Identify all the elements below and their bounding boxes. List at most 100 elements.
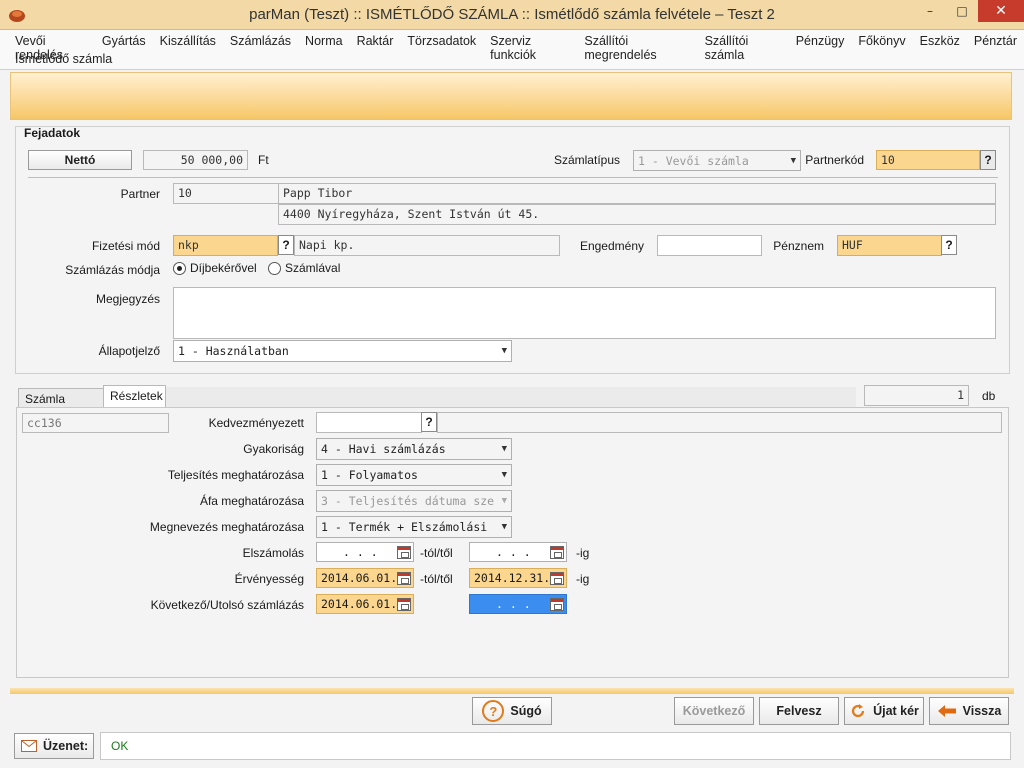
close-button[interactable]: ✕ [978,0,1024,22]
validity-to-field[interactable]: 2014.12.31. [469,568,567,588]
date-value: 2014.06.01. [321,597,398,611]
currency-unit: Ft [258,153,269,167]
status-label: Állapotjelző [98,344,160,358]
discount-label: Engedmény [579,239,644,253]
frequency-select[interactable]: 4 - Havi számlázás ▼ [316,438,512,460]
status-message: OK [100,732,1011,760]
amount-field: 50 000,00 [143,150,248,170]
help-label: Súgó [510,704,542,718]
tab-invoice-items[interactable]: Számla tételek [18,388,104,420]
invoice-type-select[interactable]: 1 - Vevői számla ▼ [633,150,801,171]
invoice-type-value: 1 - Vevői számla [638,153,749,168]
calendar-icon[interactable] [550,597,564,611]
chevron-down-icon: ▼ [501,470,507,480]
tab-details[interactable]: Részletek [103,385,166,408]
payment-code-field[interactable]: nkp [173,235,278,256]
calendar-icon[interactable] [550,545,564,559]
partner-code-field[interactable]: 10 [876,150,980,170]
frequency-label: Gyakoriság [243,442,304,456]
save-button[interactable]: Felvesz [759,697,839,725]
menu-item[interactable]: Kiszállítás [153,34,223,62]
calendar-icon[interactable] [397,597,412,611]
menu-item-recurring-invoice[interactable]: Ismétlődő számla [8,52,119,66]
window-controls: – □ ✕ [914,0,1024,22]
calendar-icon[interactable] [397,571,412,585]
fulfillment-select[interactable]: 1 - Folyamatos ▼ [316,464,512,486]
window-title: parMan (Teszt) :: ISMÉTLŐDŐ SZÁMLA :: Is… [249,6,775,23]
menu-item[interactable]: Eszköz [913,34,967,62]
chevron-down-icon: ▼ [501,522,507,532]
next-last-label: Következő/Utolsó számlázás [150,598,304,612]
menu-item[interactable]: Szállítói megrendelés [577,34,697,62]
next-button[interactable]: Következő [674,697,754,725]
radio-unselected-icon[interactable] [268,261,281,275]
partner-address-field: 4400 Nyíregyháza, Szent István út 45. [278,204,996,225]
menu-row-2: Ismétlődő számla [8,52,119,66]
back-button[interactable]: Vissza [929,697,1009,725]
validity-label: Érvényesség [234,572,304,586]
menu-item[interactable]: Pénzügy [789,34,852,62]
menu-item[interactable]: Norma [298,34,350,62]
help-button[interactable]: ? Súgó [472,697,552,725]
next-billing-field[interactable]: 2014.06.01. [316,594,414,614]
minimize-button[interactable]: – [914,0,946,22]
partner-code-label: Partnerkód [805,153,864,167]
radio-selected-icon[interactable] [173,261,186,275]
title-bar: parMan (Teszt) :: ISMÉTLŐDŐ SZÁMLA :: Is… [0,0,1024,30]
vat-label: Áfa meghatározása [199,494,304,508]
from-suffix: -tól/től [420,572,453,586]
radio-label: Számlával [285,261,341,275]
last-billing-field[interactable]: . . . [469,594,567,614]
beneficiary-label: Kedvezményezett [208,416,304,430]
validity-from-field[interactable]: 2014.06.01. [316,568,414,588]
settlement-from-field[interactable]: . . . [316,542,414,562]
payment-desc-field: Napi kp. [294,235,560,256]
currency-lookup-button[interactable]: ? [941,235,957,255]
menu-bar: Vevői rendelés Gyártás Kiszállítás Száml… [0,30,1024,70]
settlement-to-field[interactable]: . . . [469,542,567,562]
status-select[interactable]: 1 - Használatban ▼ [173,340,512,362]
chevron-down-icon: ▼ [790,155,796,166]
fulfillment-label: Teljesítés meghatározása [167,468,304,482]
billing-mode-option-invoice[interactable]: Számlával [268,261,340,275]
partner-label: Partner [120,187,160,201]
note-textarea[interactable] [173,287,996,339]
tab-strip-filler [166,387,856,407]
partner-name-field: Papp Tibor [278,183,996,204]
menu-item[interactable]: Pénztár [967,34,1024,62]
menu-item[interactable]: Szerviz funkciók [483,34,577,62]
billing-mode-label: Számlázás módja [65,263,160,277]
chevron-down-icon: ▼ [501,496,507,506]
maximize-button[interactable]: □ [946,0,978,22]
menu-item[interactable]: Számlázás [223,34,298,62]
partner-id-field: 10 [173,183,279,204]
calendar-icon[interactable] [397,545,411,559]
fulfillment-value: 1 - Folyamatos [321,468,418,482]
code-field: cc136 [22,413,169,433]
header-banner [10,72,1012,120]
beneficiary-field[interactable] [316,412,422,433]
menu-item[interactable]: Törzsadatok [400,34,483,62]
currency-field[interactable]: HUF [837,235,942,256]
settlement-label: Elszámolás [242,546,304,560]
menu-item[interactable]: Szállítói számla [698,34,789,62]
vat-select[interactable]: 3 - Teljesítés dátuma sze ▼ [316,490,512,512]
menu-item[interactable]: Főkönyv [851,34,912,62]
payment-lookup-button[interactable]: ? [278,235,294,255]
beneficiary-lookup-button[interactable]: ? [421,412,437,432]
footer-banner [10,688,1014,694]
new-button[interactable]: Újat kér [844,697,924,725]
currency-label: Pénznem [773,239,824,253]
calendar-icon[interactable] [550,571,565,585]
menu-item[interactable]: Raktár [350,34,401,62]
partner-code-lookup-button[interactable]: ? [980,150,996,170]
netto-button[interactable]: Nettó [28,150,132,170]
discount-field[interactable] [657,235,762,256]
naming-select[interactable]: 1 - Termék + Elszámolási ▼ [316,516,512,538]
menu-row-1: Vevői rendelés Gyártás Kiszállítás Száml… [8,34,1024,62]
to-suffix: -ig [576,572,590,586]
chevron-down-icon: ▼ [501,346,507,356]
billing-mode-option-invoice-request[interactable]: Díjbekérővel [173,261,257,275]
message-button[interactable]: Üzenet: [14,733,94,759]
refresh-icon [851,704,865,718]
